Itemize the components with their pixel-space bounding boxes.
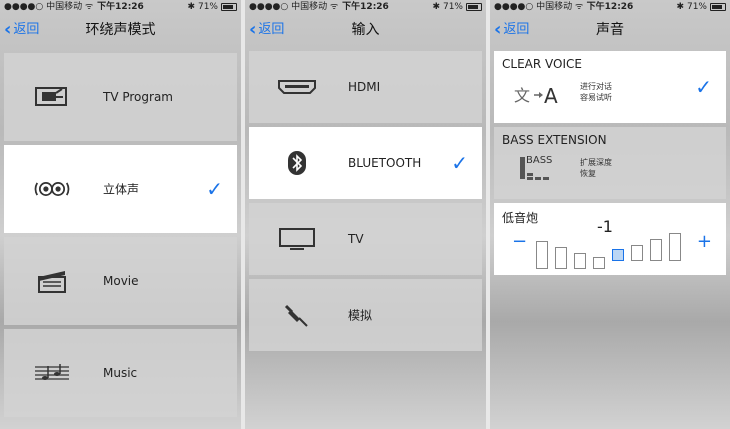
clear-voice-panel[interactable]: CLEAR VOICE 文A 进行对话 容易试听 ✓ [494,51,726,123]
status-right: ✱ 71% [187,0,237,14]
status-bar: ●●●●○ 中国移动 ᯤ 下午12:26 ✱ 71% [245,0,486,14]
battery-percent: 71% [197,2,218,12]
battery-icon [710,3,726,11]
bass-extension-desc-1: 扩展深度 [580,158,612,167]
item-label: TV [348,232,364,246]
hdmi-icon [277,73,317,101]
list-item-movie[interactable]: Movie [4,237,237,325]
checkmark-icon: ✓ [206,177,223,201]
subwoofer-level-bar[interactable] [536,241,548,269]
clock: 下午12:26 [342,2,389,12]
subwoofer-level-bar[interactable] [555,247,567,269]
subwoofer-level-bar[interactable] [669,233,681,261]
subwoofer-level-bar[interactable] [593,257,605,269]
surround-mode-screen: ●●●●○ 中国移动 ᯤ 下午12:26 ✱ 71% ‹ 返回 环绕声模式 TV… [0,0,241,429]
stereo-icon [32,175,72,203]
checkmark-icon: ✓ [695,75,712,99]
clear-voice-desc-2: 容易试听 [580,93,612,102]
battery-percent: 71% [686,2,707,12]
list-item-analog[interactable]: 模拟 [249,279,482,351]
clock: 下午12:26 [586,2,634,12]
bass-icon: BASS [520,155,556,181]
list-item-tv-program[interactable]: TV Program [4,53,237,141]
navigation-bar: ‹ 返回 输入 [245,14,486,46]
clear-voice-desc-1: 进行对话 [580,82,612,91]
subwoofer-title: 低音炮 [502,211,539,225]
subwoofer-panel: 低音炮 -1 − + [494,203,726,275]
subwoofer-level-bar[interactable] [612,249,624,261]
subwoofer-level-bar[interactable] [574,253,586,269]
list-item-hdmi[interactable]: HDMI [249,51,482,123]
subwoofer-level-slider[interactable] [536,233,686,269]
list-item-tv[interactable]: TV [249,203,482,275]
clock: 下午12:26 [97,2,144,12]
svg-text:A: A [544,84,558,108]
item-label: 模拟 [348,308,373,323]
status-right: ✱ 71% [676,0,726,14]
tv-program-icon [32,83,72,111]
carrier-label: ●●●●○ 中国移动 ᯤ [494,2,584,12]
surround-mode-list: TV Program 立体声 ✓ Movie Music [4,53,237,421]
item-label: TV Program [103,90,173,104]
clear-voice-title: CLEAR VOICE [502,57,582,71]
bass-extension-desc-2: 恢复 [580,169,596,178]
input-list: HDMI BLUETOOTH ✓ TV 模拟 [249,51,482,355]
list-item-bluetooth[interactable]: BLUETOOTH ✓ [249,127,482,199]
sound-screen: ●●●●○ 中国移动 ᯤ 下午12:26 ✱ 71% ‹ 返回 声音 CLEAR… [490,0,730,429]
page-title: 输入 [351,22,380,38]
subwoofer-decrease-button[interactable]: − [512,231,527,252]
bluetooth-status-icon: ✱ [432,2,440,12]
tv-icon [277,225,317,253]
clapperboard-icon [32,267,72,295]
item-label: 立体声 [103,182,140,197]
status-bar: ●●●●○ 中国移动 ᯤ 下午12:26 ✱ 71% [490,0,730,14]
subwoofer-increase-button[interactable]: + [697,231,712,252]
subwoofer-level-bar[interactable] [650,239,662,261]
bluetooth-icon [277,149,317,177]
checkmark-icon: ✓ [451,151,468,175]
analog-plug-icon [277,301,317,329]
status-right: ✱ 71% [432,0,482,14]
clear-voice-icon: 文A [514,81,560,114]
battery-percent: 71% [442,2,463,12]
item-label: Music [103,366,138,380]
status-bar: ●●●●○ 中国移动 ᯤ 下午12:26 ✱ 71% [0,0,241,14]
navigation-bar: ‹ 返回 声音 [490,14,730,46]
input-screen: ●●●●○ 中国移动 ᯤ 下午12:26 ✱ 71% ‹ 返回 输入 HDMI … [245,0,486,429]
svg-text:文: 文 [514,86,530,105]
navigation-bar: ‹ 返回 环绕声模式 [0,14,241,46]
carrier-label: ●●●●○ 中国移动 ᯤ [4,2,94,12]
list-item-stereo[interactable]: 立体声 ✓ [4,145,237,233]
music-score-icon [32,359,72,387]
item-label: BLUETOOTH [348,156,422,170]
battery-icon [221,3,237,11]
page-title: 环绕声模式 [85,22,156,38]
bass-extension-title: BASS EXTENSION [502,133,607,147]
list-item-music[interactable]: Music [4,329,237,417]
bluetooth-status-icon: ✱ [676,2,684,12]
subwoofer-level-bar[interactable] [631,245,643,261]
battery-icon [466,3,482,11]
item-label: HDMI [348,80,381,94]
bass-extension-panel[interactable]: BASS EXTENSION BASS 扩展深度 恢复 [494,127,726,199]
subwoofer-value: -1 [597,217,613,236]
bluetooth-status-icon: ✱ [187,2,195,12]
page-title: 声音 [596,22,624,38]
item-label: Movie [103,274,139,288]
carrier-label: ●●●●○ 中国移动 ᯤ [249,2,339,12]
